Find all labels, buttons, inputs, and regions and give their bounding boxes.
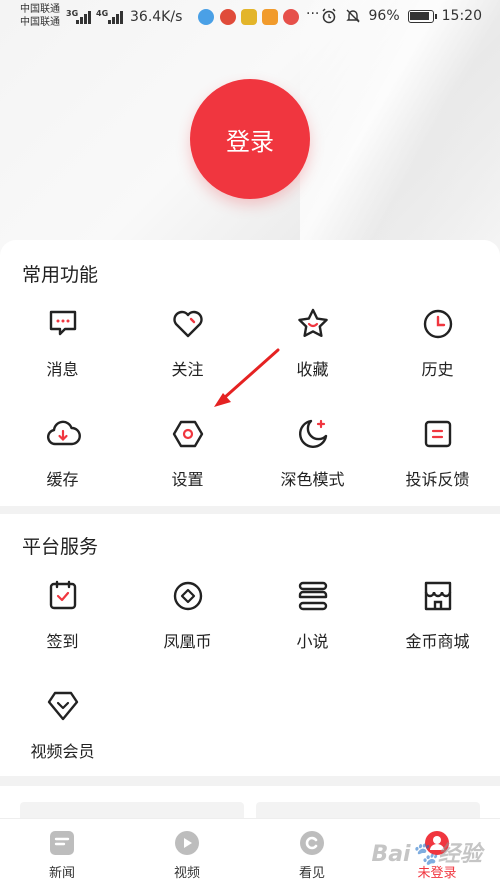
shop-icon: [424, 581, 451, 611]
feedback-icon: [424, 420, 451, 448]
menu-item-label: 凤凰币: [163, 632, 212, 651]
menu-item-history[interactable]: 历史: [375, 306, 500, 406]
menu-item-phoenix-coin[interactable]: 凤凰币: [125, 578, 250, 678]
tab-label: 视频: [173, 866, 200, 881]
signal-bars-2-icon: [108, 10, 123, 24]
menu-item-cache[interactable]: 缓存: [0, 416, 125, 516]
map-notify-icon: [220, 9, 236, 25]
menu-item-feedback[interactable]: 投诉反馈: [375, 416, 500, 516]
tab-label: 新闻: [48, 866, 75, 881]
menu-item-favorites[interactable]: 收藏: [250, 306, 375, 406]
common-functions-card: 常用功能 消息 关注 收藏 历史 缓存 设置 深色模式 投诉反馈: [0, 240, 500, 506]
menu-item-label: 收藏: [296, 360, 329, 379]
battery-icon: [407, 9, 437, 23]
login-button[interactable]: 登录: [190, 79, 310, 199]
menu-item-novel[interactable]: 小说: [250, 578, 375, 678]
mute-bell-icon: [345, 9, 360, 23]
menu-item-label: 投诉反馈: [405, 470, 470, 489]
video-play-icon: [175, 831, 199, 855]
carrier-labels: 中国联通 中国联通: [20, 3, 60, 29]
alarm-icon: [321, 8, 336, 24]
photo-notify-icon: [241, 9, 257, 25]
clock-time: 15:20: [441, 8, 482, 24]
menu-item-messages[interactable]: 消息: [0, 306, 125, 406]
tab-label: 看见: [298, 866, 325, 881]
more-notifications-icon: ···: [306, 6, 320, 22]
menu-item-follow[interactable]: 关注: [125, 306, 250, 406]
status-bar: 中国联通 中国联通 3G 4G 36.4K/s ··· 96% 15:20: [0, 0, 500, 36]
app-notify-icon: [198, 9, 214, 25]
baidu-watermark: Bai🐾经验: [371, 842, 482, 867]
heart-icon: [172, 310, 203, 338]
see-icon: [300, 831, 324, 855]
menu-item-dark-mode[interactable]: 深色模式: [250, 416, 375, 516]
battery-percent: 96%: [368, 8, 400, 24]
carrier-2: 中国联通: [20, 17, 60, 28]
star-icon: [297, 308, 328, 337]
novel-icon: [298, 581, 327, 611]
cloud-download-icon: [46, 420, 81, 446]
carrier-1: 中国联通: [20, 4, 60, 15]
network-speed: 36.4K/s: [130, 9, 183, 25]
menu-item-label: 视频会员: [30, 742, 95, 761]
settings-hexagon-icon: [172, 420, 203, 448]
checkin-icon: [49, 580, 76, 610]
menu-item-label: 消息: [46, 360, 79, 379]
platform-services-card: 平台服务 签到 凤凰币 小说 金币商城 视频会员: [0, 514, 500, 776]
menu-item-label: 历史: [421, 360, 454, 379]
menu-item-video-vip[interactable]: 视频会员: [0, 688, 125, 788]
platform-services-title: 平台服务: [22, 536, 99, 558]
news-icon: [50, 831, 74, 855]
menu-item-settings[interactable]: 设置: [125, 416, 250, 516]
tab-see[interactable]: 看见: [272, 829, 352, 881]
common-functions-title: 常用功能: [22, 264, 99, 286]
menu-item-label: 小说: [296, 632, 329, 651]
moon-icon: [298, 419, 327, 449]
signal-bars-1-icon: [76, 10, 91, 24]
clock-icon: [423, 309, 452, 339]
menu-item-checkin[interactable]: 签到: [0, 578, 125, 678]
menu-item-label: 设置: [171, 470, 204, 489]
menu-item-label: 关注: [171, 360, 204, 379]
menu-item-coin-mall[interactable]: 金币商城: [375, 578, 500, 678]
vip-diamond-icon: [47, 691, 78, 721]
message-icon: [49, 310, 76, 336]
coin-icon: [173, 581, 202, 611]
news-notify-icon: [283, 9, 299, 25]
tab-video[interactable]: 视频: [147, 829, 227, 881]
menu-item-label: 深色模式: [280, 470, 345, 489]
video-notify-icon: [262, 9, 278, 25]
tab-news[interactable]: 新闻: [22, 829, 102, 881]
menu-item-label: 金币商城: [405, 632, 470, 651]
menu-item-label: 签到: [46, 632, 79, 651]
menu-item-label: 缓存: [46, 470, 79, 489]
network-type-2: 4G: [96, 9, 109, 18]
